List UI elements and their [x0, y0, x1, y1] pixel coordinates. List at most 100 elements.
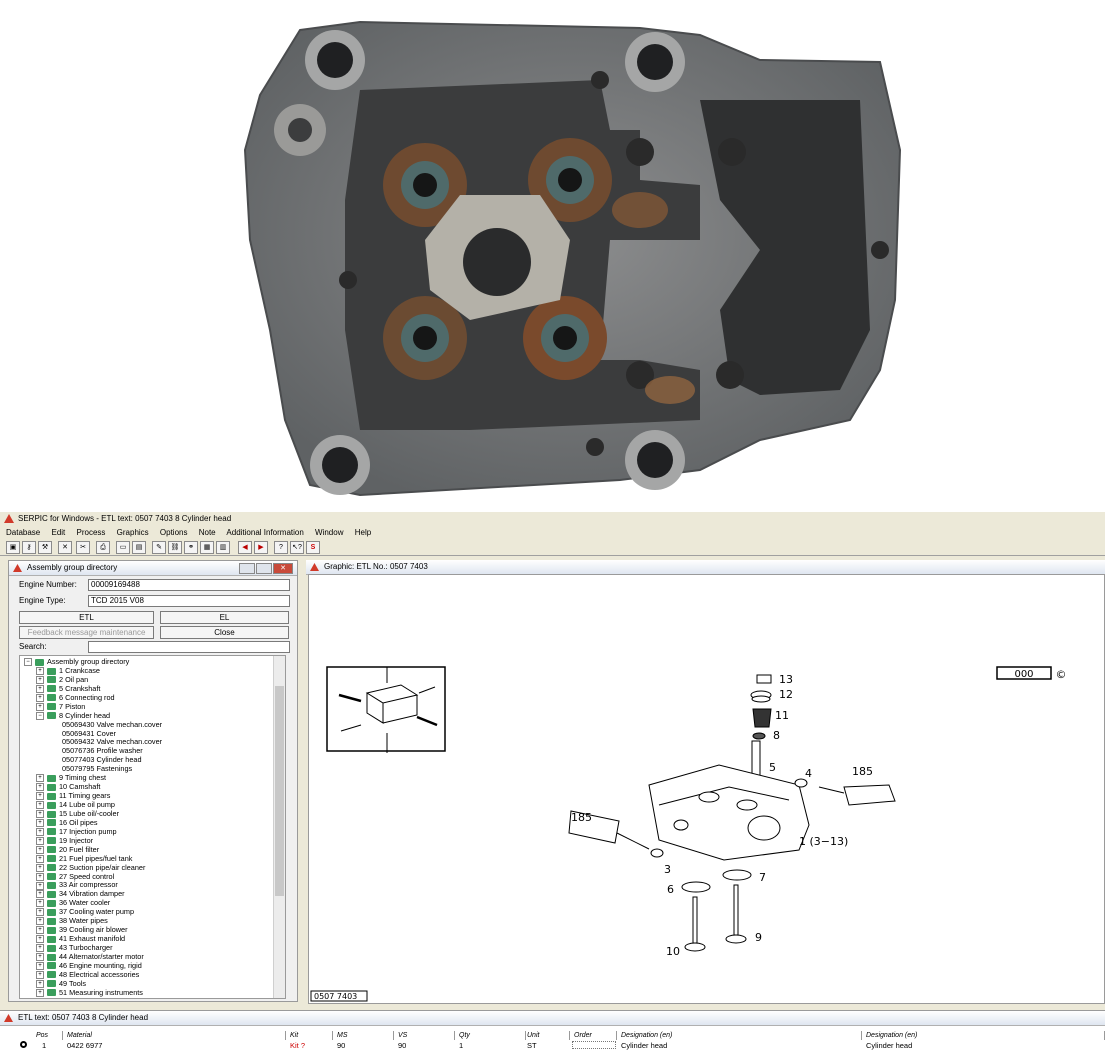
tree-item[interactable]: +46 Engine mounting, rigid	[24, 961, 285, 970]
tree-item[interactable]: +36 Water cooler	[24, 898, 285, 908]
tree-item[interactable]: +33 Air compressor	[24, 880, 285, 890]
tree-item[interactable]: +7 Piston	[24, 702, 285, 711]
expand-icon[interactable]: +	[36, 810, 44, 819]
expand-icon[interactable]: +	[36, 926, 44, 935]
minimize-icon[interactable]	[239, 563, 255, 574]
tree-item[interactable]: +51 Measuring instruments	[24, 988, 285, 997]
link-icon[interactable]: ⛓	[168, 541, 182, 554]
menu-help[interactable]: Help	[355, 528, 371, 537]
tree-item[interactable]: +41 Exhaust manifold	[24, 934, 285, 944]
close-x-icon[interactable]: ✕	[58, 541, 72, 554]
expand-icon[interactable]: +	[36, 827, 44, 836]
expand-icon[interactable]: +	[36, 667, 44, 676]
tree-item[interactable]: +14 Lube oil pump	[24, 800, 285, 810]
tree-subitem[interactable]: 05069432 Valve mechan.cover	[24, 737, 285, 746]
col-pos[interactable]: Pos	[33, 1031, 63, 1040]
tree-item[interactable]: +44 Alternator/starter motor	[24, 952, 285, 962]
tree-item[interactable]: +49 Tools	[24, 979, 285, 988]
context-help-icon[interactable]: ↖?	[290, 541, 304, 554]
tree-subitem[interactable]: 05079795 Fastenings	[24, 764, 285, 773]
tree-item[interactable]: +22 Suction pipe/air cleaner	[24, 863, 285, 872]
close-icon[interactable]: ✕	[273, 563, 293, 574]
expand-icon[interactable]: +	[36, 953, 44, 962]
expand-icon[interactable]: +	[36, 890, 44, 899]
tree-item[interactable]: +27 Speed control	[24, 872, 285, 881]
copy-icon[interactable]: ▭	[116, 541, 130, 554]
col-material[interactable]: Material	[64, 1031, 286, 1040]
feedback-message-button[interactable]: Feedback message maintenance	[19, 626, 154, 639]
row-kit[interactable]: Kit ?	[287, 1041, 305, 1050]
tree-item[interactable]: +43 Turbocharger	[24, 943, 285, 953]
menu-options[interactable]: Options	[160, 528, 188, 537]
help-icon[interactable]: ?	[274, 541, 288, 554]
tree-subitem[interactable]: 05069430 Valve mechan.cover	[24, 720, 285, 729]
engine-number-field[interactable]: 00009169488	[88, 579, 290, 591]
menu-window[interactable]: Window	[315, 528, 343, 537]
tree-item[interactable]: +20 Fuel filter	[24, 845, 285, 854]
expand-icon[interactable]: +	[36, 792, 44, 801]
expand-icon[interactable]: +	[36, 917, 44, 926]
grid-icon[interactable]: ▦	[200, 541, 214, 554]
unlink-icon[interactable]: ⚭	[184, 541, 198, 554]
key-icon[interactable]: ⚷	[22, 541, 36, 554]
tree-subitem[interactable]: 05077403 Cylinder head	[24, 755, 285, 764]
tree-item[interactable]: +39 Cooling air blower	[24, 925, 285, 935]
tree-scrollbar[interactable]	[273, 656, 285, 998]
tree-subitem[interactable]: 05069431 Cover	[24, 729, 285, 738]
tree-item[interactable]: +15 Lube oil/-cooler	[24, 809, 285, 819]
tree-item[interactable]: +48 Electrical accessories	[24, 970, 285, 979]
tree-item[interactable]: +1 Crankcase	[24, 666, 285, 676]
tree-item[interactable]: +16 Oil pipes	[24, 818, 285, 827]
expand-icon[interactable]: +	[36, 944, 44, 953]
expand-icon[interactable]: +	[36, 979, 44, 988]
sis-icon[interactable]: S	[306, 541, 320, 554]
print-icon[interactable]: ⎙	[96, 541, 110, 554]
tree-subitem[interactable]: 05076736 Profile washer	[24, 746, 285, 755]
menu-process[interactable]: Process	[77, 528, 106, 537]
col-order[interactable]: Order	[571, 1031, 617, 1040]
maximize-icon[interactable]	[256, 563, 272, 574]
tree-item[interactable]: +38 Water pipes	[24, 916, 285, 926]
expand-icon[interactable]: +	[36, 675, 44, 684]
expand-icon[interactable]: +	[36, 801, 44, 810]
tree-item[interactable]: +37 Cooling water pump	[24, 907, 285, 917]
expand-icon[interactable]: +	[36, 818, 44, 827]
tree-root[interactable]: − Assembly group directory	[24, 657, 285, 667]
expand-icon[interactable]: +	[36, 854, 44, 863]
tree-item[interactable]: +6 Connecting rod	[24, 693, 285, 702]
col-kit[interactable]: Kit	[287, 1031, 333, 1040]
row-order-input[interactable]	[572, 1041, 616, 1049]
expand-icon[interactable]: +	[36, 783, 44, 792]
expand-icon[interactable]: +	[36, 899, 44, 908]
tree-item[interactable]: +5 Crankshaft	[24, 684, 285, 693]
cut-icon[interactable]: ✂	[76, 541, 90, 554]
tree-item[interactable]: +2 Oil pan	[24, 675, 285, 684]
menu-note[interactable]: Note	[199, 528, 216, 537]
expand-icon[interactable]: +	[36, 702, 44, 711]
box-icon[interactable]: ▥	[216, 541, 230, 554]
engine-type-field[interactable]: TCD 2015 V08	[88, 595, 290, 607]
expand-icon[interactable]: +	[36, 970, 44, 979]
col-unit[interactable]: Unit	[524, 1031, 570, 1040]
menu-graphics[interactable]: Graphics	[117, 528, 149, 537]
col-ms[interactable]: MS	[334, 1031, 394, 1040]
collapse-icon[interactable]: −	[24, 658, 32, 667]
tree-item[interactable]: +17 Injection pump	[24, 827, 285, 836]
expand-icon[interactable]: +	[36, 845, 44, 854]
expand-icon[interactable]: +	[36, 774, 44, 783]
close-button[interactable]: Close	[160, 626, 289, 639]
expand-icon[interactable]: +	[36, 863, 44, 872]
expand-icon[interactable]: +	[36, 836, 44, 845]
expand-icon[interactable]: +	[36, 872, 44, 881]
tree-item[interactable]: +21 Fuel pipes/fuel tank	[24, 854, 285, 863]
col-designation-2[interactable]: Designation (en)	[863, 1031, 1105, 1040]
tree-item[interactable]: +19 Injector	[24, 836, 285, 845]
tree-item[interactable]: +11 Timing gears	[24, 791, 285, 801]
tree-item[interactable]: − 8 Cylinder head	[24, 711, 285, 720]
expand-icon[interactable]: +	[36, 908, 44, 917]
tree-item[interactable]: +9 Timing chest	[24, 773, 285, 783]
scrollbar-thumb[interactable]	[275, 686, 284, 896]
row-selector-icon[interactable]	[20, 1041, 27, 1048]
expand-icon[interactable]: +	[36, 988, 44, 997]
menu-edit[interactable]: Edit	[51, 528, 65, 537]
